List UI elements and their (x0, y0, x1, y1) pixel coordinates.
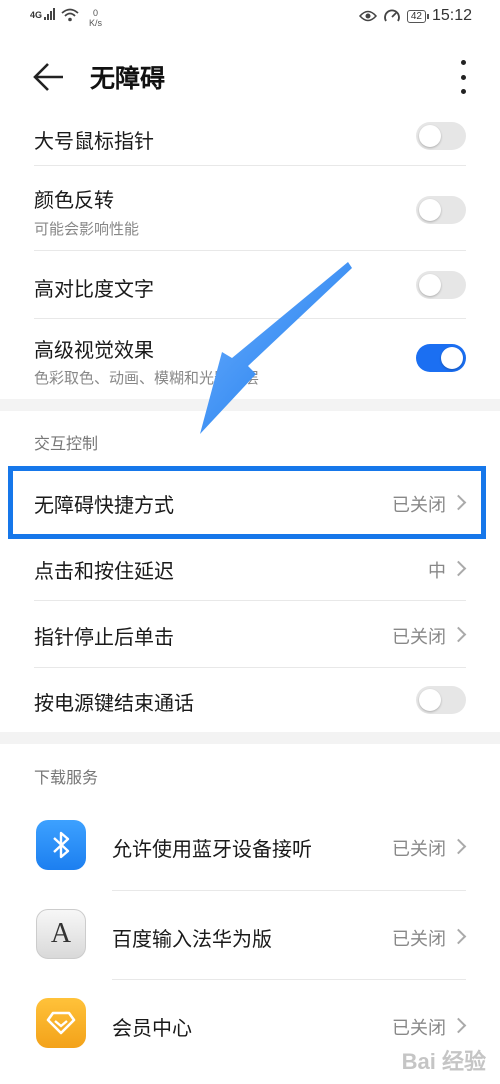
annotation-arrow (200, 262, 352, 434)
watermark: Bai 经验 (401, 1049, 486, 1074)
